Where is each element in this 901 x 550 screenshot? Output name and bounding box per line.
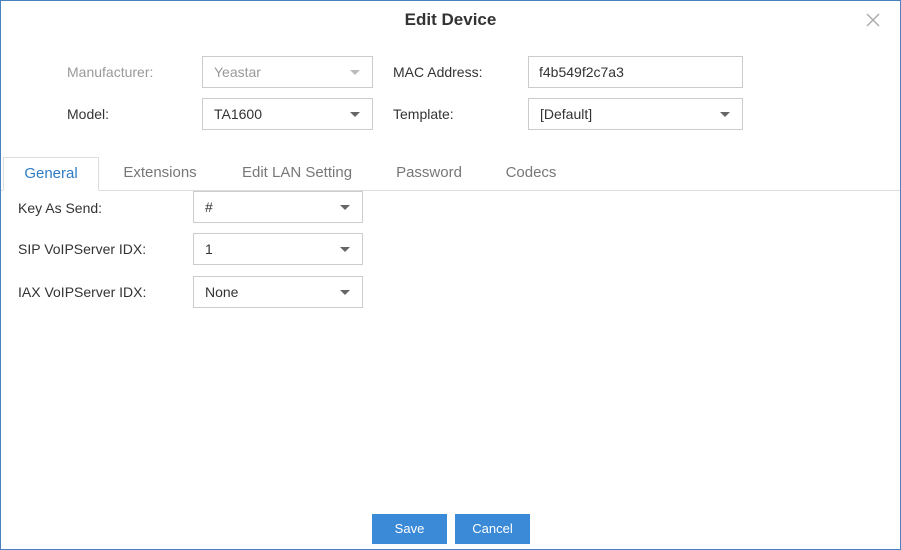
manufacturer-select: Yeastar (202, 56, 373, 88)
mac-address-input[interactable]: f4b549f2c7a3 (528, 56, 743, 88)
key-as-send-label: Key As Send: (18, 200, 103, 216)
sip-voip-server-idx-label: SIP VoIPServer IDX: (18, 241, 147, 257)
template-select[interactable]: [Default] (528, 98, 743, 130)
model-select[interactable]: TA1600 (202, 98, 373, 130)
tab-extensions[interactable]: Extensions (111, 157, 209, 191)
sip-voip-server-idx-select[interactable]: 1 (193, 233, 363, 265)
chevron-down-icon (720, 112, 730, 117)
model-value: TA1600 (214, 106, 262, 122)
save-button[interactable]: Save (372, 514, 447, 544)
sip-voip-server-idx-value: 1 (205, 241, 213, 257)
tab-password[interactable]: Password (383, 157, 475, 191)
mac-address-label: MAC Address: (393, 64, 483, 80)
chevron-down-icon (340, 205, 350, 210)
tab-edit-lan-setting[interactable]: Edit LAN Setting (229, 157, 365, 191)
manufacturer-label: Manufacturer: (67, 64, 154, 80)
dialog-title: Edit Device (404, 10, 497, 29)
template-label: Template: (393, 106, 454, 122)
iax-voip-server-idx-label: IAX VoIPServer IDX: (18, 284, 147, 300)
close-icon[interactable] (864, 11, 882, 29)
key-as-send-value: # (205, 199, 213, 215)
chevron-down-icon (350, 70, 360, 75)
chevron-down-icon (340, 290, 350, 295)
iax-voip-server-idx-value: None (205, 284, 239, 300)
iax-voip-server-idx-select[interactable]: None (193, 276, 363, 308)
key-as-send-select[interactable]: # (193, 191, 363, 223)
tab-general[interactable]: General (3, 157, 99, 191)
chevron-down-icon (340, 247, 350, 252)
edit-device-dialog: Edit Device Manufacturer: Yeastar MAC Ad… (0, 0, 901, 550)
chevron-down-icon (350, 112, 360, 117)
template-value: [Default] (540, 106, 593, 122)
model-label: Model: (67, 106, 110, 122)
tab-codecs[interactable]: Codecs (493, 157, 569, 191)
cancel-button[interactable]: Cancel (455, 514, 530, 544)
manufacturer-value: Yeastar (214, 64, 261, 80)
